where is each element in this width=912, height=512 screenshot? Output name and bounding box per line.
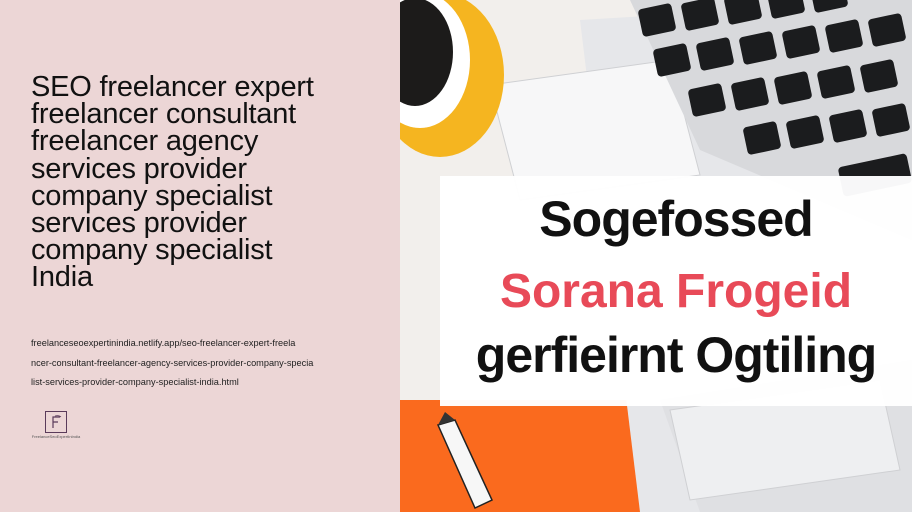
title-line: India [31, 261, 93, 294]
url-line: freelanceseoexpertinindia.netlify.app/se… [31, 338, 296, 348]
title-line: freelancer agency [31, 125, 259, 158]
page-title: SEO freelancer expert freelancer consult… [31, 71, 391, 294]
page-url[interactable]: freelanceseoexpertinindia.netlify.app/se… [31, 334, 386, 393]
title-line: SEO freelancer expert [31, 71, 314, 103]
title-line: services provider [31, 152, 247, 185]
left-panel: SEO freelancer expert freelancer consult… [0, 0, 400, 512]
site-logo[interactable]: FreelanceSeoExpertInIndia [30, 411, 82, 439]
banner-line: Sorana Frogeid [499, 265, 853, 318]
url-line: ncer-consultant-freelancer-agency-servic… [31, 357, 314, 368]
banner-line: gerfieirnt Ogtiling [475, 327, 877, 383]
banner-line: Sogefossed [539, 191, 813, 247]
title-line: freelancer consultant [31, 98, 297, 131]
logo-f-icon [52, 415, 62, 428]
hero-image: Sogefossed Sorana Frogeid gerfieirnt Ogt… [400, 0, 912, 512]
logo-mark [45, 411, 67, 433]
logo-caption: FreelanceSeoExpertInIndia [31, 434, 81, 439]
url-line: list-services-provider-company-specialis… [31, 377, 239, 387]
title-line: company specialist [31, 234, 273, 267]
image-text-banner: Sogefossed Sorana Frogeid gerfieirnt Ogt… [440, 176, 912, 406]
title-line: company specialist [31, 179, 273, 212]
title-line: services provider [31, 207, 247, 240]
